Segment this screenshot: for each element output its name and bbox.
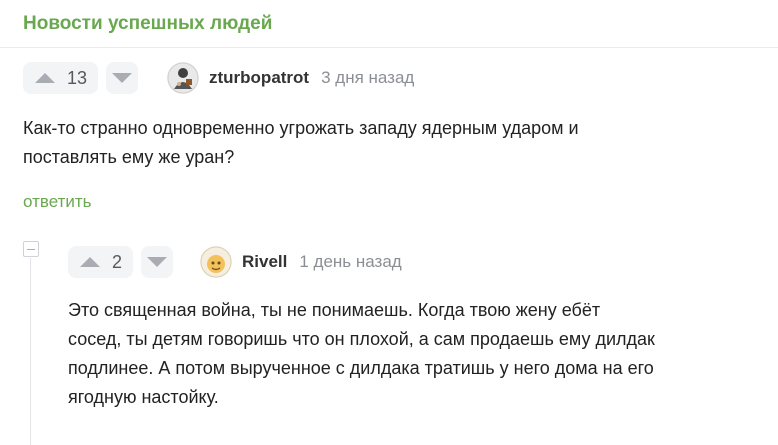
triangle-up-icon xyxy=(80,257,100,267)
reply-text-line: ягодную настойку. xyxy=(68,387,219,407)
reply-rating: 2 xyxy=(68,246,174,278)
comment-text-line: поставлять ему же уран? xyxy=(23,147,235,167)
comment-author: zturbopatrot 3 дня назад xyxy=(167,62,414,94)
reply-text: Это священная война, ты не понимаешь. Ко… xyxy=(68,296,655,412)
upvote-button[interactable]: 2 xyxy=(68,246,134,278)
comment-text: Как-то странно одновременно угрожать зап… xyxy=(23,114,579,172)
reply-text-line: сосед, ты детям говоришь что он плохой, … xyxy=(68,329,655,349)
comment-date: 3 дня назад xyxy=(321,68,415,87)
comment-rating: 13 xyxy=(23,62,139,94)
triangle-up-icon xyxy=(35,73,55,83)
reply-text-line: Это священная война, ты не понимаешь. Ко… xyxy=(68,300,601,320)
reply-text-line: подлинее. А потом вырученное с дилдака т… xyxy=(68,358,654,378)
triangle-down-icon xyxy=(112,73,133,83)
header-divider xyxy=(0,47,778,48)
avatar[interactable] xyxy=(167,62,199,94)
author-name[interactable]: Rivell xyxy=(242,252,287,272)
community-title[interactable]: Новости успешных людей xyxy=(23,13,272,35)
thread-branch-line xyxy=(30,258,31,445)
upvote-button[interactable]: 13 xyxy=(23,62,99,94)
comment-text-line: Как-то странно одновременно угрожать зап… xyxy=(23,118,579,138)
avatar[interactable] xyxy=(200,246,232,278)
rating-count: 13 xyxy=(67,67,88,88)
downvote-button[interactable] xyxy=(106,62,139,94)
downvote-button[interactable] xyxy=(141,246,174,278)
comment-date: 1 день назад xyxy=(299,252,402,271)
minus-box-icon[interactable] xyxy=(23,241,39,257)
rating-count: 2 xyxy=(112,251,123,272)
author-name[interactable]: zturbopatrot xyxy=(209,68,309,88)
triangle-down-icon xyxy=(147,257,168,267)
reply-author: Rivell 1 день назад xyxy=(200,246,402,278)
reply-link[interactable]: ответить xyxy=(23,192,92,212)
